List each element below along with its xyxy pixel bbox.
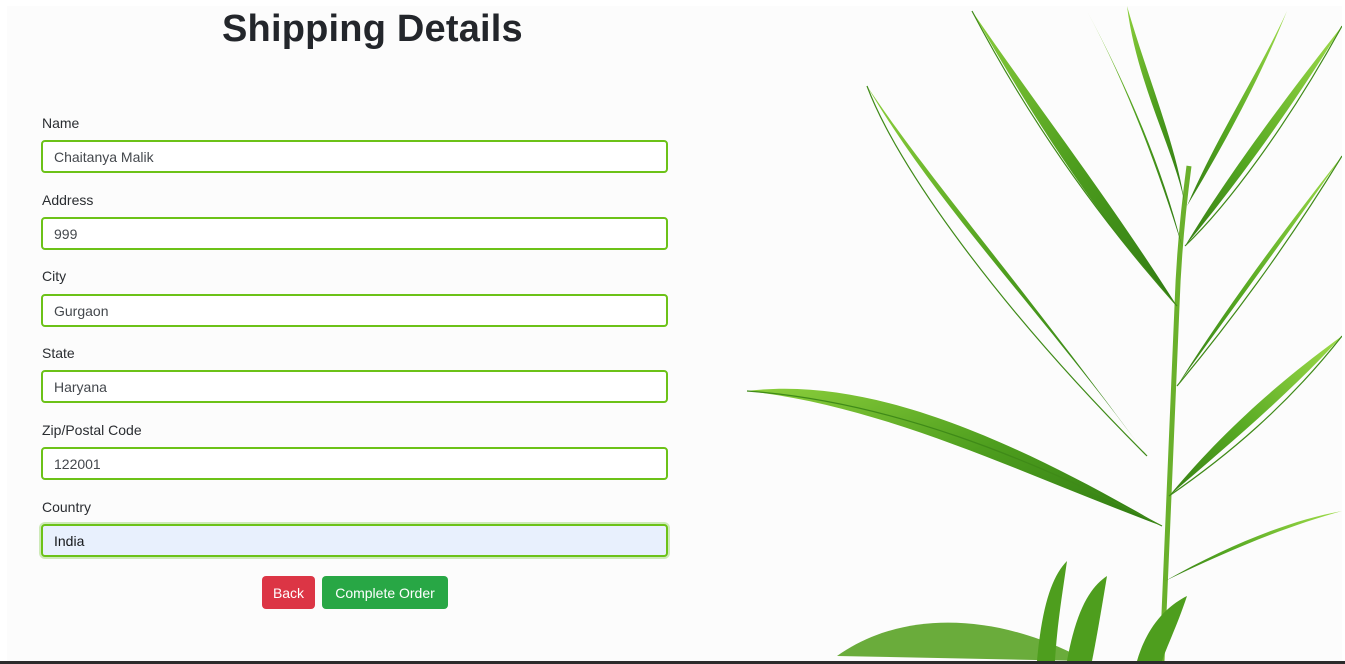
state-input[interactable] (41, 370, 668, 403)
back-button[interactable]: Back (262, 576, 315, 609)
palm-leaf-image (746, 6, 1342, 661)
zip-label: Zip/Postal Code (42, 422, 142, 438)
page-title: Shipping Details (222, 8, 523, 50)
shipping-page: Shipping Details Name Address City State… (7, 6, 1342, 661)
state-label: State (42, 345, 75, 361)
city-label: City (42, 268, 67, 284)
country-input[interactable] (41, 524, 668, 557)
country-label: Country (42, 499, 92, 515)
name-label: Name (42, 115, 80, 131)
address-input[interactable] (41, 217, 668, 250)
name-input[interactable] (41, 140, 668, 173)
city-input[interactable] (41, 294, 668, 327)
complete-order-button[interactable]: Complete Order (322, 576, 448, 609)
address-label: Address (42, 192, 94, 208)
zip-input[interactable] (41, 447, 668, 480)
